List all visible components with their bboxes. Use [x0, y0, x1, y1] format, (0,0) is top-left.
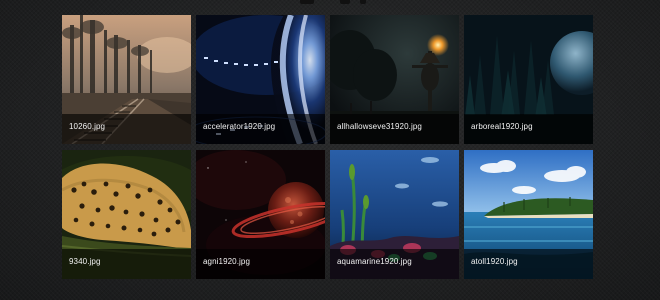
image-filename: agni1920.jpg — [203, 257, 251, 266]
caption-overlay: agni1920.jpg — [196, 249, 325, 279]
header-fragment — [300, 0, 314, 4]
gallery-tile[interactable]: allhallowseve31920.jpg — [330, 15, 459, 144]
caption-overlay: allhallowseve31920.jpg — [330, 114, 459, 144]
header-fragment — [360, 0, 366, 4]
caption-overlay: 9340.jpg — [62, 249, 191, 279]
gallery-tile[interactable]: 10260.jpg — [62, 15, 191, 144]
gallery-tile[interactable]: accelerator1920.jpg — [196, 15, 325, 144]
caption-overlay: atoll1920.jpg — [464, 249, 593, 279]
image-filename: arboreal1920.jpg — [471, 122, 533, 131]
image-gallery-grid: 10260.jpg accelerator1920.jpg allhallows… — [62, 15, 594, 279]
gallery-tile[interactable]: arboreal1920.jpg — [464, 15, 593, 144]
gallery-tile[interactable]: atoll1920.jpg — [464, 150, 593, 279]
image-filename: 10260.jpg — [69, 122, 106, 131]
image-filename: aquamarine1920.jpg — [337, 257, 412, 266]
top-header-remnant — [0, 0, 660, 14]
caption-overlay: aquamarine1920.jpg — [330, 249, 459, 279]
gallery-tile[interactable]: aquamarine1920.jpg — [330, 150, 459, 279]
gallery-tile[interactable]: 9340.jpg — [62, 150, 191, 279]
caption-overlay: arboreal1920.jpg — [464, 114, 593, 144]
image-filename: 9340.jpg — [69, 257, 101, 266]
caption-overlay: accelerator1920.jpg — [196, 114, 325, 144]
image-filename: atoll1920.jpg — [471, 257, 518, 266]
image-filename: accelerator1920.jpg — [203, 122, 276, 131]
image-filename: allhallowseve31920.jpg — [337, 122, 422, 131]
gallery-tile[interactable]: agni1920.jpg — [196, 150, 325, 279]
caption-overlay: 10260.jpg — [62, 114, 191, 144]
header-fragment — [340, 0, 350, 4]
